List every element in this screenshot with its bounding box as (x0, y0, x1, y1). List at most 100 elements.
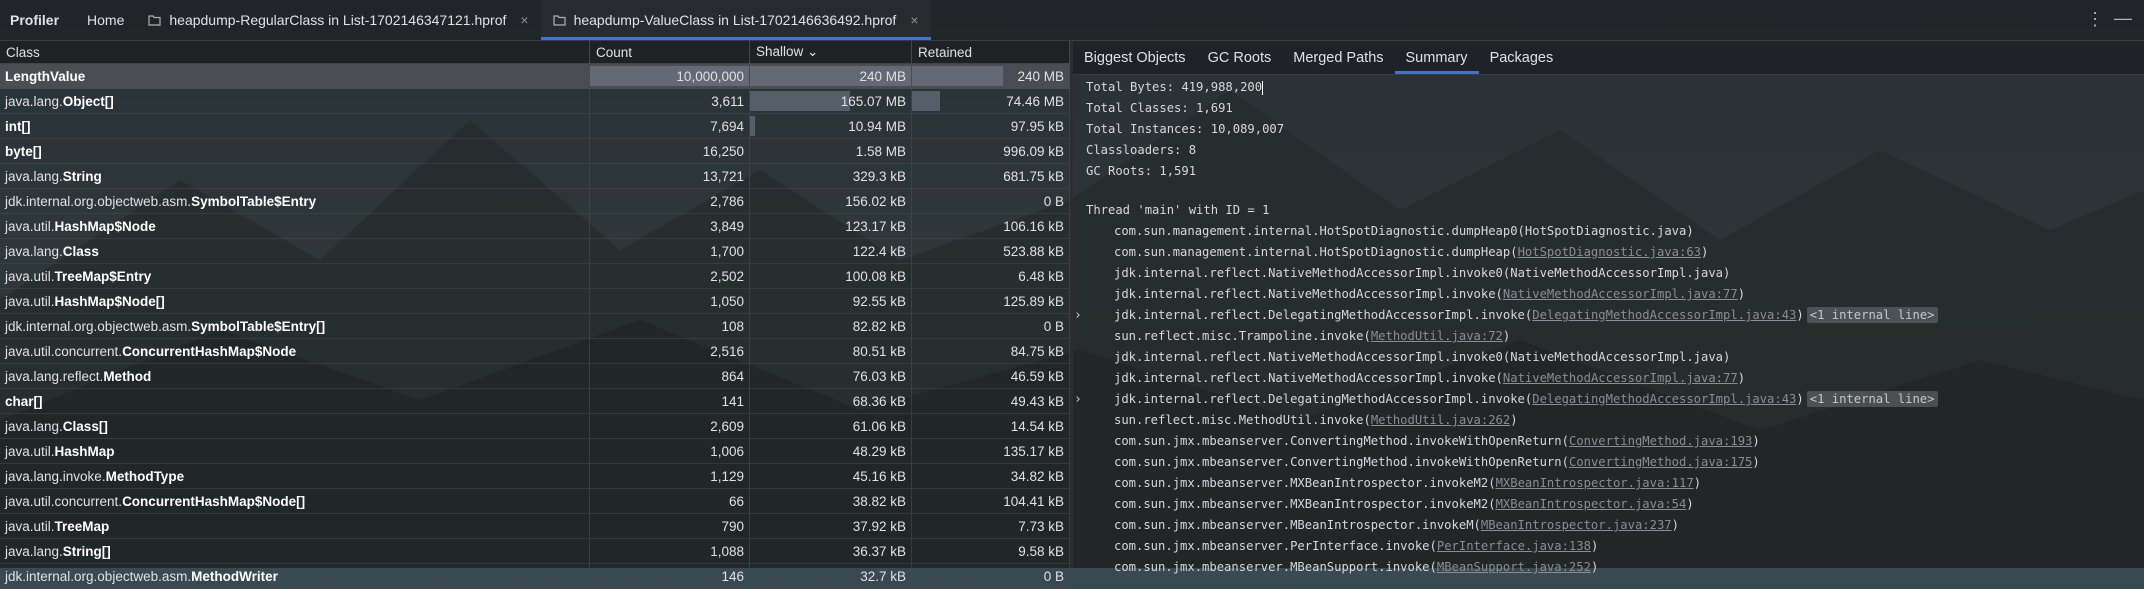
table-row[interactable]: java.lang. String[] 1,088 36.37 kB 9.58 kB (0, 539, 1070, 564)
count-cell: 2,502 (590, 264, 750, 288)
column-header-shallow[interactable]: Shallow ⌄ (750, 41, 912, 63)
class-package: jdk.internal.org.objectweb.asm. (5, 318, 192, 334)
frame-method: com.sun.jmx.mbeanserver.MXBeanIntrospect… (1114, 497, 1496, 511)
class-name: java.util.concurrent. ConcurrentHashMap$N… (0, 339, 590, 363)
table-row[interactable]: java.util.concurrent. ConcurrentHashMap$N… (0, 489, 1070, 514)
chevron-right-icon[interactable]: › (1074, 305, 1082, 326)
class-simple-name: SymbolTable$Entry (191, 193, 317, 209)
class-package: java.lang. (5, 243, 63, 259)
source-link[interactable]: MethodUtil.java:262 (1371, 413, 1510, 427)
source-link[interactable]: MBeanSupport.java:252 (1437, 560, 1591, 574)
table-row[interactable]: java.lang. Object[] 3,611 165.07 MB 74.46 MB (0, 89, 1070, 114)
count-cell: 2,786 (590, 189, 750, 213)
details-panel: Biggest Objects GC Roots Merged Paths Su… (1073, 41, 2144, 574)
source-link[interactable]: MXBeanIntrospector.java:54 (1496, 497, 1687, 511)
class-name: int[] (0, 114, 590, 138)
tab-merged-paths[interactable]: Merged Paths (1282, 41, 1394, 74)
tab-home[interactable]: Home (75, 0, 136, 40)
more-options-icon[interactable]: ⋮ (2086, 10, 2104, 28)
source-link[interactable]: MXBeanIntrospector.java:117 (1496, 476, 1694, 490)
class-package: jdk.internal.org.objectweb.asm. (5, 568, 192, 584)
source-link[interactable]: MBeanIntrospector.java:237 (1481, 518, 1672, 532)
column-header-class[interactable]: Class (0, 41, 590, 63)
table-row[interactable]: java.lang.reflect. Method 864 76.03 kB 46.59… (0, 364, 1070, 389)
shallow-cell: 92.55 kB (750, 289, 912, 313)
class-package: java.util.concurrent. (5, 343, 123, 359)
table-row[interactable]: char[] 141 68.36 kB 49.43 kB (0, 389, 1070, 414)
count-cell-value: 1,088 (710, 543, 744, 559)
table-row[interactable]: LengthValue 10,000,000 240 MB 240 MB (0, 64, 1070, 89)
table-row[interactable]: int[] 7,694 10.94 MB 97.95 kB (0, 114, 1070, 139)
source-link[interactable]: HotSpotDiagnostic.java:63 (1518, 245, 1701, 259)
table-row[interactable]: java.lang. String 13,721 329.3 kB 681.75 kB (0, 164, 1070, 189)
count-cell-value: 141 (721, 393, 744, 409)
class-simple-name: MethodType (105, 468, 185, 484)
tab-biggest-objects[interactable]: Biggest Objects (1073, 41, 1197, 74)
retained-cell-value: 681.75 kB (1003, 168, 1064, 184)
source-link[interactable]: DelegatingMethodAccessorImpl.java:43 (1532, 308, 1796, 322)
table-row[interactable]: java.lang. Class[] 2,609 61.06 kB 14.54 kB (0, 414, 1070, 439)
thread-header: Thread 'main' with ID = 1 (1086, 203, 1270, 217)
chevron-right-icon[interactable]: › (1074, 389, 1082, 410)
count-cell: 10,000,000 (590, 64, 750, 88)
total-instances: Total Instances: 10,089,007 (1086, 122, 1285, 136)
table-row[interactable]: java.util. HashMap$Node[] 1,050 92.55 kB 125… (0, 289, 1070, 314)
frame-method: com.sun.jmx.mbeanserver.MXBeanIntrospect… (1114, 476, 1496, 490)
tab-regularclass-hprof[interactable]: heapdump-RegularClass in List-1702146347… (136, 0, 540, 40)
shallow-cell: 76.03 kB (750, 364, 912, 388)
tab-label: heapdump-ValueClass in List-170214663649… (573, 12, 897, 28)
shallow-cell-value: 123.17 kB (845, 218, 906, 234)
shallow-cell: 80.51 kB (750, 339, 912, 363)
table-row[interactable]: jdk.internal.org.objectweb.asm. SymbolTab… (0, 314, 1070, 339)
column-header-count[interactable]: Count (590, 41, 750, 63)
count-cell-value: 16,250 (702, 143, 744, 159)
table-row[interactable]: byte[] 16,250 1.58 MB 996.09 kB (0, 139, 1070, 164)
table-row[interactable]: java.lang. Class 1,700 122.4 kB 523.88 kB (0, 239, 1070, 264)
frame-tail: ) (1590, 560, 1599, 574)
count-cell-value: 2,516 (710, 343, 744, 359)
count-cell-value: 1,129 (710, 468, 744, 484)
details-tabs: Biggest Objects GC Roots Merged Paths Su… (1073, 41, 2144, 75)
frame-tail: ) (1590, 539, 1599, 553)
tab-packages[interactable]: Packages (1479, 41, 1565, 74)
frame-method: com.sun.jmx.mbeanserver.ConvertingMethod… (1114, 434, 1569, 448)
table-row[interactable]: jdk.internal.org.objectweb.asm. SymbolTab… (0, 189, 1070, 214)
close-icon[interactable]: × (910, 12, 918, 28)
stack-frame: jdk.internal.reflect.NativeMethodAccesso… (1086, 284, 1938, 305)
count-cell: 1,700 (590, 239, 750, 263)
gc-roots: GC Roots: 1,591 (1086, 164, 1197, 178)
retained-cell-value: 6.48 kB (1018, 268, 1064, 284)
retained-cell: 0 B (912, 314, 1070, 338)
panel-splitter[interactable] (1070, 41, 1073, 568)
shallow-cell: 38.82 kB (750, 489, 912, 513)
internal-lines-badge[interactable]: <1 internal line> (1806, 307, 1938, 323)
source-link[interactable]: NativeMethodAccessorImpl.java:77 (1503, 287, 1738, 301)
table-row[interactable]: java.lang.invoke. MethodType 1,129 45.16 kB… (0, 464, 1070, 489)
source-link[interactable]: DelegatingMethodAccessorImpl.java:43 (1532, 392, 1796, 406)
column-header-retained[interactable]: Retained (912, 41, 1070, 63)
source-link[interactable]: ConvertingMethod.java:193 (1569, 434, 1752, 448)
shallow-cell: 122.4 kB (750, 239, 912, 263)
retained-cell-value: 74.46 MB (1006, 93, 1064, 109)
internal-lines-badge[interactable]: <1 internal line> (1806, 391, 1938, 407)
source-link[interactable]: MethodUtil.java:72 (1371, 329, 1503, 343)
tab-valueclass-hprof[interactable]: heapdump-ValueClass in List-170214663649… (541, 0, 931, 40)
minimize-icon[interactable]: — (2114, 8, 2132, 29)
tab-gc-roots[interactable]: GC Roots (1197, 41, 1283, 74)
table-row[interactable]: java.util. HashMap$Node 3,849 123.17 kB 106.… (0, 214, 1070, 239)
source-link[interactable]: NativeMethodAccessorImpl.java:77 (1503, 371, 1738, 385)
retained-cell-value: 7.73 kB (1018, 518, 1064, 534)
source-link[interactable]: PerInterface.java:138 (1437, 539, 1591, 553)
stack-frame: jdk.internal.reflect.NativeMethodAccesso… (1086, 347, 1938, 368)
table-row[interactable]: java.util. TreeMap$Entry 2,502 100.08 kB 6.4… (0, 264, 1070, 289)
retained-cell: 240 MB (912, 64, 1070, 88)
tab-summary[interactable]: Summary (1395, 41, 1479, 74)
table-row[interactable]: java.util.concurrent. ConcurrentHashMap$N… (0, 339, 1070, 364)
close-icon[interactable]: × (520, 12, 528, 28)
count-cell: 7,694 (590, 114, 750, 138)
source-link[interactable]: ConvertingMethod.java:175 (1569, 455, 1752, 469)
count-cell-value: 3,611 (711, 93, 744, 109)
table-row[interactable]: java.util. HashMap 1,006 48.29 kB 135.17 kB (0, 439, 1070, 464)
table-row[interactable]: java.util. TreeMap 790 37.92 kB 7.73 kB (0, 514, 1070, 539)
total-bytes: Total Bytes: 419,988,200 (1086, 80, 1264, 95)
